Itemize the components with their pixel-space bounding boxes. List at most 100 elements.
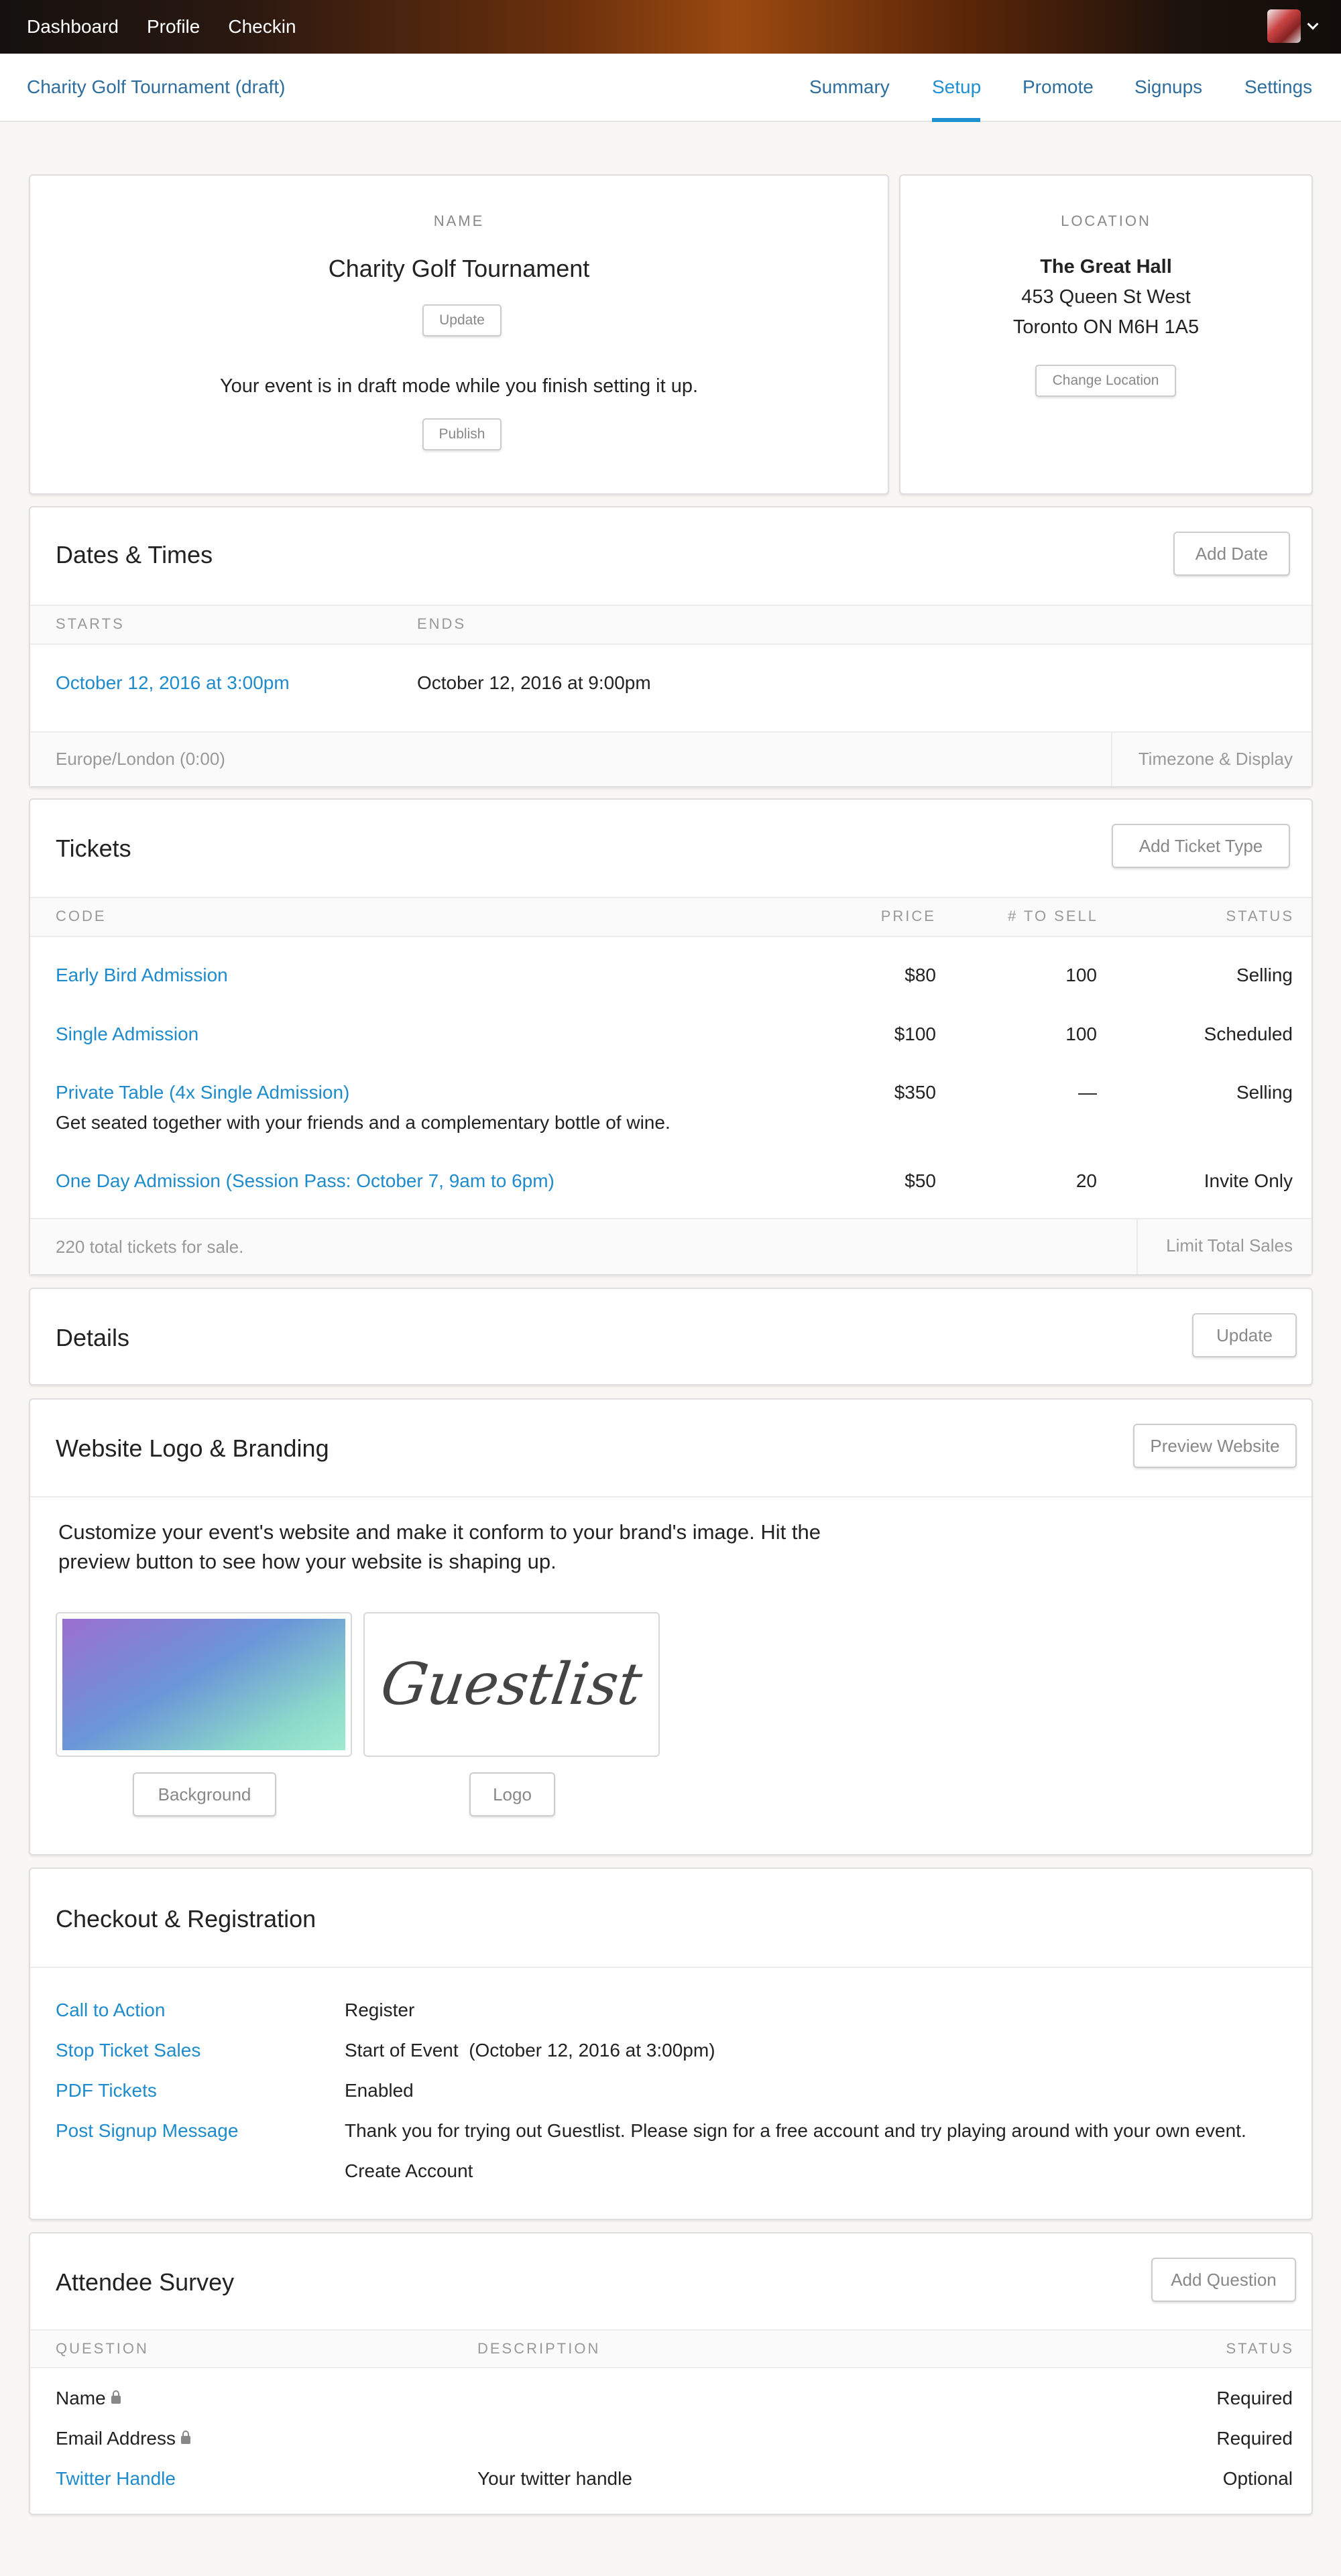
tab-summary[interactable]: Summary bbox=[809, 76, 890, 98]
col-ends: ENDS bbox=[417, 615, 467, 632]
event-name: Charity Golf Tournament bbox=[328, 255, 590, 282]
dates-header-row: STARTS ENDS bbox=[30, 605, 1311, 645]
tab-setup[interactable]: Setup bbox=[932, 76, 981, 98]
post-signup-message-link[interactable]: Post Signup Message bbox=[56, 2120, 238, 2142]
ticket-quantity: — bbox=[1078, 1082, 1097, 1103]
timezone-display-link[interactable]: Timezone & Display bbox=[1139, 749, 1293, 770]
event-subnav: Charity Golf Tournament (draft) Summary … bbox=[0, 54, 1341, 122]
ticket-status: Selling bbox=[1236, 1082, 1293, 1103]
ticket-status: Selling bbox=[1236, 965, 1293, 985]
event-title[interactable]: Charity Golf Tournament (draft) bbox=[27, 76, 285, 98]
avatar[interactable] bbox=[1267, 9, 1301, 43]
lock-icon bbox=[111, 2390, 121, 2404]
details-card: Details Update bbox=[29, 1288, 1313, 1386]
start-date-link[interactable]: October 12, 2016 at 3:00pm bbox=[56, 672, 290, 694]
dates-footer: Europe/London (0:00) Timezone & Display bbox=[30, 731, 1311, 786]
branding-title: Website Logo & Branding bbox=[56, 1434, 329, 1462]
draft-message: Your event is in draft mode while you fi… bbox=[219, 375, 699, 397]
tickets-title: Tickets bbox=[56, 835, 131, 862]
checkout-title: Checkout & Registration bbox=[56, 1905, 316, 1933]
ticket-name-link[interactable]: Private Table (4x Single Admission) bbox=[56, 1082, 349, 1103]
timezone-text: Europe/London (0:00) bbox=[56, 749, 225, 769]
tab-signups[interactable]: Signups bbox=[1134, 76, 1202, 98]
tickets-footer: 220 total tickets for sale. Limit Total … bbox=[30, 1218, 1311, 1274]
post-signup-message-value: Thank you for trying out Guestlist. Plea… bbox=[345, 2120, 1246, 2141]
tickets-header-row: CODE PRICE # TO SELL STATUS bbox=[30, 897, 1311, 937]
col-description: DESCRIPTION bbox=[477, 2340, 601, 2357]
stop-ticket-sales-link[interactable]: Stop Ticket Sales bbox=[56, 2040, 200, 2061]
lock-icon bbox=[180, 2430, 190, 2444]
add-ticket-type-button[interactable]: Add Ticket Type bbox=[1112, 824, 1290, 868]
background-preview[interactable] bbox=[56, 1612, 352, 1757]
logo-button[interactable]: Logo bbox=[469, 1772, 555, 1817]
end-date: October 12, 2016 at 9:00pm bbox=[417, 672, 651, 693]
total-tickets-text: 220 total tickets for sale. bbox=[56, 1237, 244, 1257]
update-details-button[interactable]: Update bbox=[1192, 1313, 1297, 1357]
ticket-name-link[interactable]: Early Bird Admission bbox=[56, 965, 228, 986]
survey-question: Email Address bbox=[56, 2428, 190, 2449]
update-name-button[interactable]: Update bbox=[422, 304, 502, 336]
ticket-status: Scheduled bbox=[1204, 1024, 1293, 1044]
ticket-price: $350 bbox=[894, 1082, 936, 1103]
dates-card: Dates & Times Add Date STARTS ENDS Octob… bbox=[29, 506, 1313, 788]
add-question-button[interactable]: Add Question bbox=[1151, 2258, 1296, 2302]
col-starts: STARTS bbox=[56, 615, 125, 632]
ticket-name-link[interactable]: One Day Admission (Session Pass: October… bbox=[56, 1170, 555, 1192]
nav-profile[interactable]: Profile bbox=[147, 16, 200, 38]
survey-title: Attendee Survey bbox=[56, 2268, 235, 2296]
col-status: STATUS bbox=[1226, 908, 1294, 924]
tickets-card: Tickets Add Ticket Type CODE PRICE # TO … bbox=[29, 798, 1313, 1276]
name-card: NAME Charity Golf Tournament Update Your… bbox=[29, 174, 889, 495]
call-to-action-value: Register bbox=[345, 2000, 415, 2020]
pdf-tickets-value: Enabled bbox=[345, 2080, 414, 2101]
col-price: PRICE bbox=[880, 908, 936, 924]
checkout-card: Checkout & Registration Call to Action R… bbox=[29, 1867, 1313, 2220]
pdf-tickets-link[interactable]: PDF Tickets bbox=[56, 2080, 157, 2101]
location-card: LOCATION The Great Hall 453 Queen St Wes… bbox=[899, 174, 1313, 495]
ticket-status: Invite Only bbox=[1204, 1170, 1293, 1191]
col-status: STATUS bbox=[1226, 2340, 1294, 2357]
stop-ticket-sales-value: Start of Event (October 12, 2016 at 3:00… bbox=[345, 2040, 715, 2061]
twitter-handle-link[interactable]: Twitter Handle bbox=[56, 2468, 176, 2490]
add-date-button[interactable]: Add Date bbox=[1173, 532, 1290, 576]
survey-status: Required bbox=[1216, 2428, 1293, 2449]
tab-settings[interactable]: Settings bbox=[1244, 76, 1312, 98]
ticket-description: Get seated together with your friends an… bbox=[56, 1112, 670, 1133]
branding-card: Website Logo & Branding Preview Website … bbox=[29, 1398, 1313, 1855]
active-tab-indicator bbox=[932, 118, 980, 122]
venue-name: The Great Hall bbox=[1040, 256, 1172, 278]
publish-button[interactable]: Publish bbox=[422, 418, 502, 450]
question-label: Name bbox=[56, 2388, 106, 2408]
nav-dashboard[interactable]: Dashboard bbox=[27, 16, 119, 38]
chevron-down-icon[interactable] bbox=[1307, 18, 1319, 30]
preview-website-button[interactable]: Preview Website bbox=[1133, 1424, 1297, 1468]
background-button[interactable]: Background bbox=[133, 1772, 276, 1817]
limit-total-sales-link[interactable]: Limit Total Sales bbox=[1166, 1235, 1293, 1256]
survey-card: Attendee Survey Add Question QUESTION DE… bbox=[29, 2232, 1313, 2515]
ticket-name-link[interactable]: Single Admission bbox=[56, 1024, 198, 1045]
ticket-quantity: 100 bbox=[1065, 965, 1097, 985]
ticket-price: $50 bbox=[905, 1170, 936, 1191]
question-label: Email Address bbox=[56, 2428, 176, 2449]
call-to-action-link[interactable]: Call to Action bbox=[56, 2000, 165, 2021]
details-title: Details bbox=[56, 1324, 130, 1351]
survey-question: Name bbox=[56, 2388, 121, 2409]
name-caption: NAME bbox=[433, 212, 485, 229]
nav-checkin[interactable]: Checkin bbox=[228, 16, 296, 38]
col-code: CODE bbox=[56, 908, 107, 924]
ticket-quantity: 20 bbox=[1075, 1170, 1097, 1191]
location-caption: LOCATION bbox=[1061, 212, 1151, 229]
survey-status: Required bbox=[1216, 2388, 1293, 2408]
col-question: QUESTION bbox=[56, 2340, 149, 2357]
guestlist-logo-image: Guestlist bbox=[377, 1651, 646, 1718]
address-line-1: 453 Queen St West bbox=[1021, 286, 1191, 308]
address-line-2: Toronto ON M6H 1A5 bbox=[1012, 316, 1200, 338]
tab-promote[interactable]: Promote bbox=[1023, 76, 1094, 98]
logo-preview[interactable]: Guestlist bbox=[363, 1612, 660, 1757]
survey-description: Your twitter handle bbox=[477, 2468, 632, 2489]
change-location-button[interactable]: Change Location bbox=[1035, 365, 1176, 397]
ticket-quantity: 100 bbox=[1065, 1024, 1097, 1044]
branding-description-line-2: preview button to see how your website i… bbox=[58, 1550, 557, 1573]
ticket-price: $80 bbox=[905, 965, 936, 985]
col-to-sell: # TO SELL bbox=[1007, 908, 1098, 924]
